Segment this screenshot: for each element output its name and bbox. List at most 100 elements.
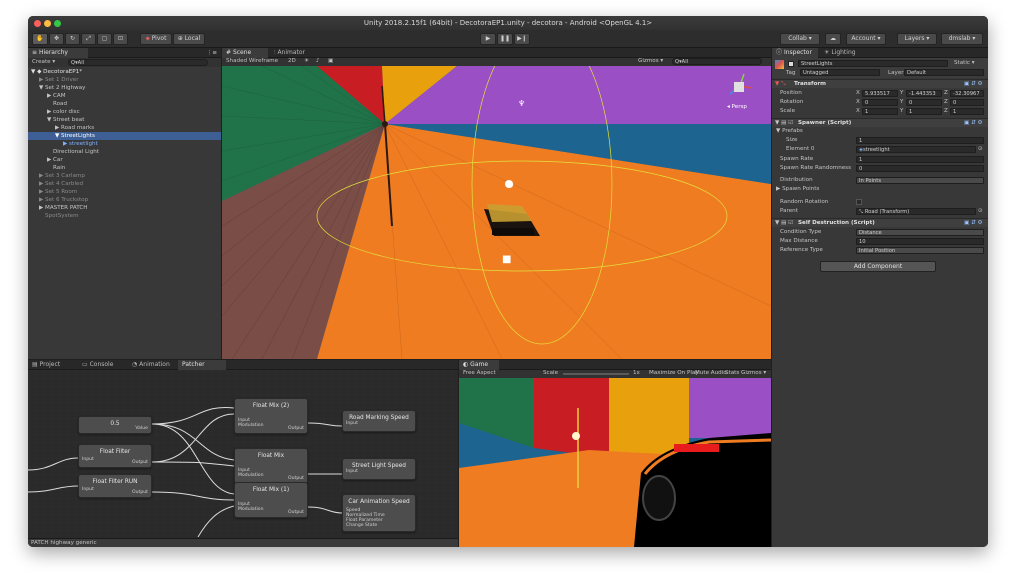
max-distance-field[interactable]: 10	[856, 238, 984, 245]
tab-animator[interactable]: ⫶ Animator	[270, 48, 316, 58]
hierarchy-item[interactable]: ▶ Road marks	[28, 124, 221, 132]
node-input-port[interactable]: Change State	[346, 523, 377, 528]
hierarchy-item[interactable]: Road	[28, 100, 221, 108]
scale-tool-button[interactable]: ⤢	[81, 33, 96, 45]
game-viewport[interactable]	[459, 378, 771, 547]
tab-patcher[interactable]: Patcher	[178, 360, 226, 370]
condition-type-dropdown[interactable]: Distance	[856, 229, 984, 236]
rect-tool-button[interactable]: ▢	[97, 33, 112, 45]
rotation-y-field[interactable]: 0	[906, 99, 942, 106]
patcher-node[interactable]: Float Mix Input Modulation Output	[234, 448, 308, 484]
parent-picker-icon[interactable]: ⊙	[978, 208, 983, 214]
step-button[interactable]: ▶❙	[514, 33, 530, 45]
patcher-node[interactable]: Street Light Speed Input	[342, 458, 416, 480]
static-toggle[interactable]: Static ▾	[954, 60, 975, 66]
persp-label[interactable]: ◂ Persp	[727, 104, 747, 110]
node-output-port[interactable]: Output	[132, 460, 148, 465]
hierarchy-item[interactable]: ▶ streetlight	[28, 140, 221, 148]
layer-dropdown[interactable]: Default	[904, 69, 984, 76]
zoom-window-button[interactable]	[54, 20, 61, 27]
object-name-field[interactable]: StreetLights	[798, 60, 948, 67]
active-checkbox[interactable]	[788, 61, 794, 67]
spawn-rate-field[interactable]: 1	[856, 156, 984, 163]
collab-button[interactable]: Collab ▾	[780, 33, 820, 45]
hierarchy-search-input[interactable]: Q▾All	[68, 59, 208, 66]
lighting-icon[interactable]: ☀	[304, 58, 309, 64]
hierarchy-item[interactable]: ▼ Set 2 Highway	[28, 84, 221, 92]
game-gizmos-dropdown[interactable]: Gizmos ▾	[741, 370, 766, 376]
hierarchy-item[interactable]: ▶ Car	[28, 156, 221, 164]
tab-game[interactable]: ◐ Game	[459, 360, 499, 370]
node-output-port[interactable]: Output	[288, 476, 304, 481]
tab-animation[interactable]: ◔ Animation	[128, 360, 178, 370]
node-input-port[interactable]: Modulation	[238, 423, 264, 428]
add-component-button[interactable]: Add Component	[820, 261, 936, 272]
audio-icon[interactable]: ♪	[316, 58, 320, 64]
hierarchy-item[interactable]: SpotSystem	[28, 212, 221, 220]
hierarchy-item[interactable]: ▶ color disc	[28, 108, 221, 116]
element-field[interactable]: ◈streetlight	[856, 146, 976, 153]
patcher-node[interactable]: Float Filter Input Output	[78, 444, 152, 468]
hierarchy-item[interactable]: ▶ Set 5 Room	[28, 188, 221, 196]
transform-header[interactable]: ▼ ⤡ Transform ▣ ⇵ ⚙	[772, 79, 988, 88]
scene-search-input[interactable]: Q▾All	[672, 58, 762, 65]
mode-2d-toggle[interactable]: 2D	[288, 58, 296, 64]
patcher-node[interactable]: Car Animation Speed Speed Normalized Time F…	[342, 494, 416, 532]
mute-audio-toggle[interactable]: Mute Audio	[695, 370, 727, 376]
move-tool-button[interactable]: ✥	[49, 33, 64, 45]
node-input-port[interactable]: Input	[346, 469, 358, 474]
hierarchy-item[interactable]: ▶ Set 6 Truckstop	[28, 196, 221, 204]
hierarchy-item[interactable]: Directional Light	[28, 148, 221, 156]
node-output-port[interactable]: Output	[132, 490, 148, 495]
tab-scene[interactable]: # Scene	[222, 48, 268, 58]
hierarchy-item[interactable]: ▶ CAM	[28, 92, 221, 100]
scale-x-field[interactable]: 1	[862, 108, 898, 115]
tab-project[interactable]: ▤ Project	[28, 360, 74, 370]
patcher-node[interactable]: Float Filter RUN Input Output	[78, 474, 152, 498]
hierarchy-item[interactable]: ▼ Street beat	[28, 116, 221, 124]
patcher-node[interactable]: Road Marking Speed Input	[342, 410, 416, 432]
distribution-dropdown[interactable]: In Points	[856, 177, 984, 184]
hand-tool-button[interactable]: ✋	[32, 33, 48, 45]
self-destruction-menu-icon[interactable]: ▣ ⇵ ⚙	[964, 220, 983, 226]
patcher-node[interactable]: Float Mix (2) Input Modulation Output	[234, 398, 308, 434]
component-menu-icon[interactable]: ▣ ⇵ ⚙	[964, 81, 983, 87]
reference-type-dropdown[interactable]: Initial Position	[856, 247, 984, 254]
hierarchy-item[interactable]: ▶ MASTER PATCH	[28, 204, 221, 212]
spawn-points-foldout[interactable]: ▶ Spawn Points	[776, 186, 819, 192]
scene-gizmos-dropdown[interactable]: Gizmos ▾	[638, 58, 663, 64]
close-window-button[interactable]	[34, 20, 41, 27]
node-input-port[interactable]: Input	[346, 421, 358, 426]
tab-inspector[interactable]: ⓘ Inspector	[772, 48, 818, 58]
rotation-x-field[interactable]: 0	[862, 99, 898, 106]
account-button[interactable]: Account ▾	[846, 33, 886, 45]
node-input-port[interactable]: Modulation	[238, 473, 264, 478]
node-input-port[interactable]: Input	[82, 457, 94, 462]
effects-icon[interactable]: ▣	[328, 58, 333, 64]
tag-dropdown[interactable]: Untagged	[800, 69, 880, 76]
spawner-menu-icon[interactable]: ▣ ⇵ ⚙	[964, 120, 983, 126]
node-output-port[interactable]: Value	[135, 426, 148, 431]
layout-button[interactable]: dmslab ▾	[941, 33, 983, 45]
cloud-button[interactable]: ☁	[825, 33, 841, 45]
local-toggle[interactable]: ⊕ Local	[173, 33, 205, 45]
node-output-port[interactable]: Output	[288, 510, 304, 515]
scene-viewport[interactable]: ✺ ■ ♆	[222, 66, 771, 359]
rotate-tool-button[interactable]: ↻	[65, 33, 80, 45]
node-output-port[interactable]: Output	[288, 426, 304, 431]
node-input-port[interactable]: Input	[82, 487, 94, 492]
scale-y-field[interactable]: 1	[906, 108, 942, 115]
hierarchy-item[interactable]: ▶ Set 4 Carbled	[28, 180, 221, 188]
hierarchy-item[interactable]: Rain	[28, 164, 221, 172]
position-z-field[interactable]: -32.30967	[950, 90, 984, 97]
maximize-on-play-toggle[interactable]: Maximize On Play	[649, 370, 699, 376]
shading-mode-dropdown[interactable]: Shaded Wireframe	[226, 58, 278, 64]
spawner-header[interactable]: ▼ ▤ ☑ Spawner (Script) ▣ ⇵ ⚙	[772, 118, 988, 127]
tab-lighting[interactable]: ☀ Lighting	[820, 48, 866, 58]
parent-field[interactable]: ⤡ Road (Transform)	[856, 208, 976, 215]
layers-button[interactable]: Layers ▾	[897, 33, 937, 45]
element-picker-icon[interactable]: ⊙	[978, 146, 983, 152]
stats-toggle[interactable]: Stats	[725, 370, 739, 376]
position-y-field[interactable]: -1.443353	[906, 90, 942, 97]
self-destruction-header[interactable]: ▼ ▤ ☑ Self Destruction (Script) ▣ ⇵ ⚙	[772, 218, 988, 227]
